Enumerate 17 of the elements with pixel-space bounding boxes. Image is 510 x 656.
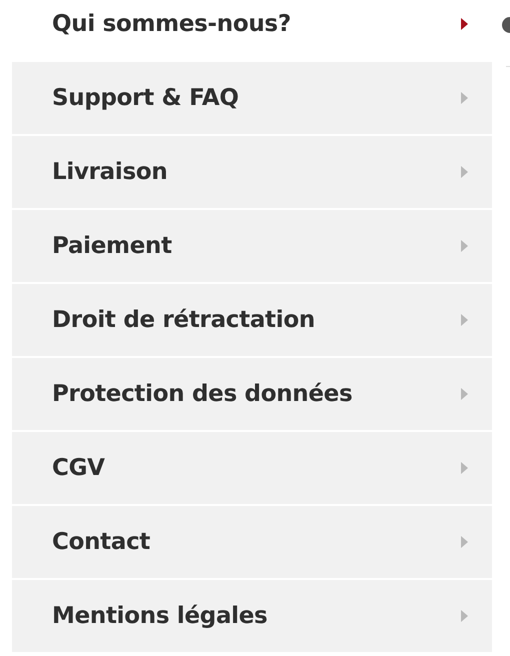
menu-item[interactable]: Mentions légales — [12, 580, 492, 652]
menu-item[interactable]: Support & FAQ — [12, 62, 492, 134]
caret-icon — [461, 536, 468, 548]
menu-item[interactable]: Droit de rétractation — [12, 284, 492, 356]
caret-icon — [461, 388, 468, 400]
caret-icon — [461, 610, 468, 622]
menu-item[interactable]: Contact — [12, 506, 492, 578]
caret-icon — [461, 18, 468, 30]
menu-item[interactable]: Protection des données — [12, 358, 492, 430]
caret-icon — [461, 166, 468, 178]
menu-item[interactable]: Livraison — [12, 136, 492, 208]
caret-icon — [461, 462, 468, 474]
caret-icon — [461, 92, 468, 104]
caret-icon — [461, 240, 468, 252]
menu-item[interactable]: CGV — [12, 432, 492, 504]
caret-icon — [461, 314, 468, 326]
menu-item[interactable]: Paiement — [12, 210, 492, 282]
